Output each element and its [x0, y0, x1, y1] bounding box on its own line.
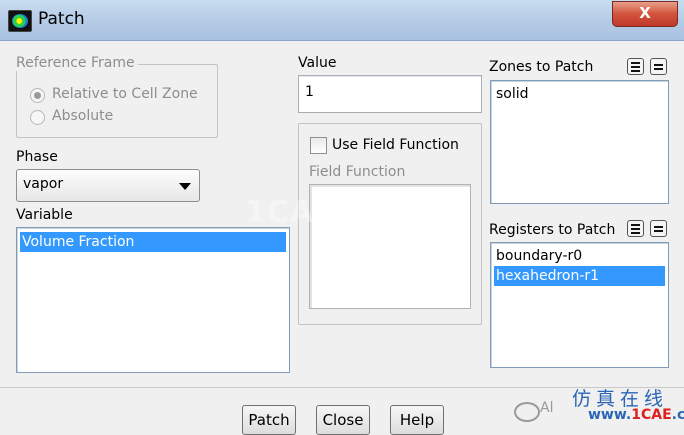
close-button[interactable]: Close — [316, 405, 370, 435]
select-all-icon[interactable] — [627, 220, 644, 237]
radio-relative-to-cell-zone[interactable] — [30, 88, 45, 103]
zones-to-patch-label: Zones to Patch — [489, 59, 594, 75]
watermark-corner-prefix: Al — [540, 400, 554, 416]
radio-label-relative: Relative to Cell Zone — [52, 86, 198, 102]
select-all-icon[interactable] — [627, 58, 644, 75]
list-item[interactable]: hexahedron-r1 — [494, 266, 665, 286]
phase-dropdown[interactable]: vapor — [16, 169, 200, 202]
title-bar[interactable]: Patch X — [0, 0, 684, 41]
wechat-icon — [514, 402, 540, 422]
value-input[interactable]: 1 — [298, 75, 482, 113]
deselect-all-icon[interactable] — [650, 220, 667, 237]
registers-to-patch-label: Registers to Patch — [489, 222, 616, 238]
value-label: Value — [298, 55, 337, 71]
value-input-text: 1 — [305, 84, 314, 100]
chevron-down-icon — [179, 183, 191, 190]
use-field-function-label: Use Field Function — [332, 137, 459, 153]
window-title: Patch — [38, 9, 85, 29]
patch-button[interactable]: Patch — [242, 405, 296, 435]
field-function-label: Field Function — [309, 164, 406, 180]
list-item[interactable]: solid — [494, 84, 665, 104]
list-item[interactable]: Volume Fraction — [20, 232, 286, 252]
reference-frame-label: Reference Frame — [16, 55, 138, 71]
registers-to-patch-list[interactable]: boundary-r0 hexahedron-r1 — [490, 242, 669, 368]
window-close-button[interactable]: X — [612, 1, 678, 27]
list-item[interactable]: boundary-r0 — [494, 246, 665, 266]
variable-label: Variable — [16, 207, 73, 223]
phase-label: Phase — [16, 149, 58, 165]
watermark-center: 1CAE.COM — [245, 195, 429, 230]
radio-absolute[interactable] — [30, 110, 45, 125]
radio-label-absolute: Absolute — [52, 108, 114, 124]
use-field-function-checkbox[interactable] — [310, 137, 327, 154]
watermark-site: www.1CAE.com — [588, 407, 684, 423]
phase-selected-value: vapor — [23, 176, 64, 192]
zones-to-patch-list[interactable]: solid — [490, 80, 669, 204]
deselect-all-icon[interactable] — [650, 58, 667, 75]
dialog-body: Reference Frame Relative to Cell Zone Ab… — [0, 41, 684, 435]
help-button[interactable]: Help — [390, 405, 444, 435]
watermark-corner: Al 仿真在线 www.1CAE.com — [500, 380, 684, 427]
variable-list[interactable]: Volume Fraction — [16, 227, 290, 373]
app-icon — [8, 10, 32, 32]
